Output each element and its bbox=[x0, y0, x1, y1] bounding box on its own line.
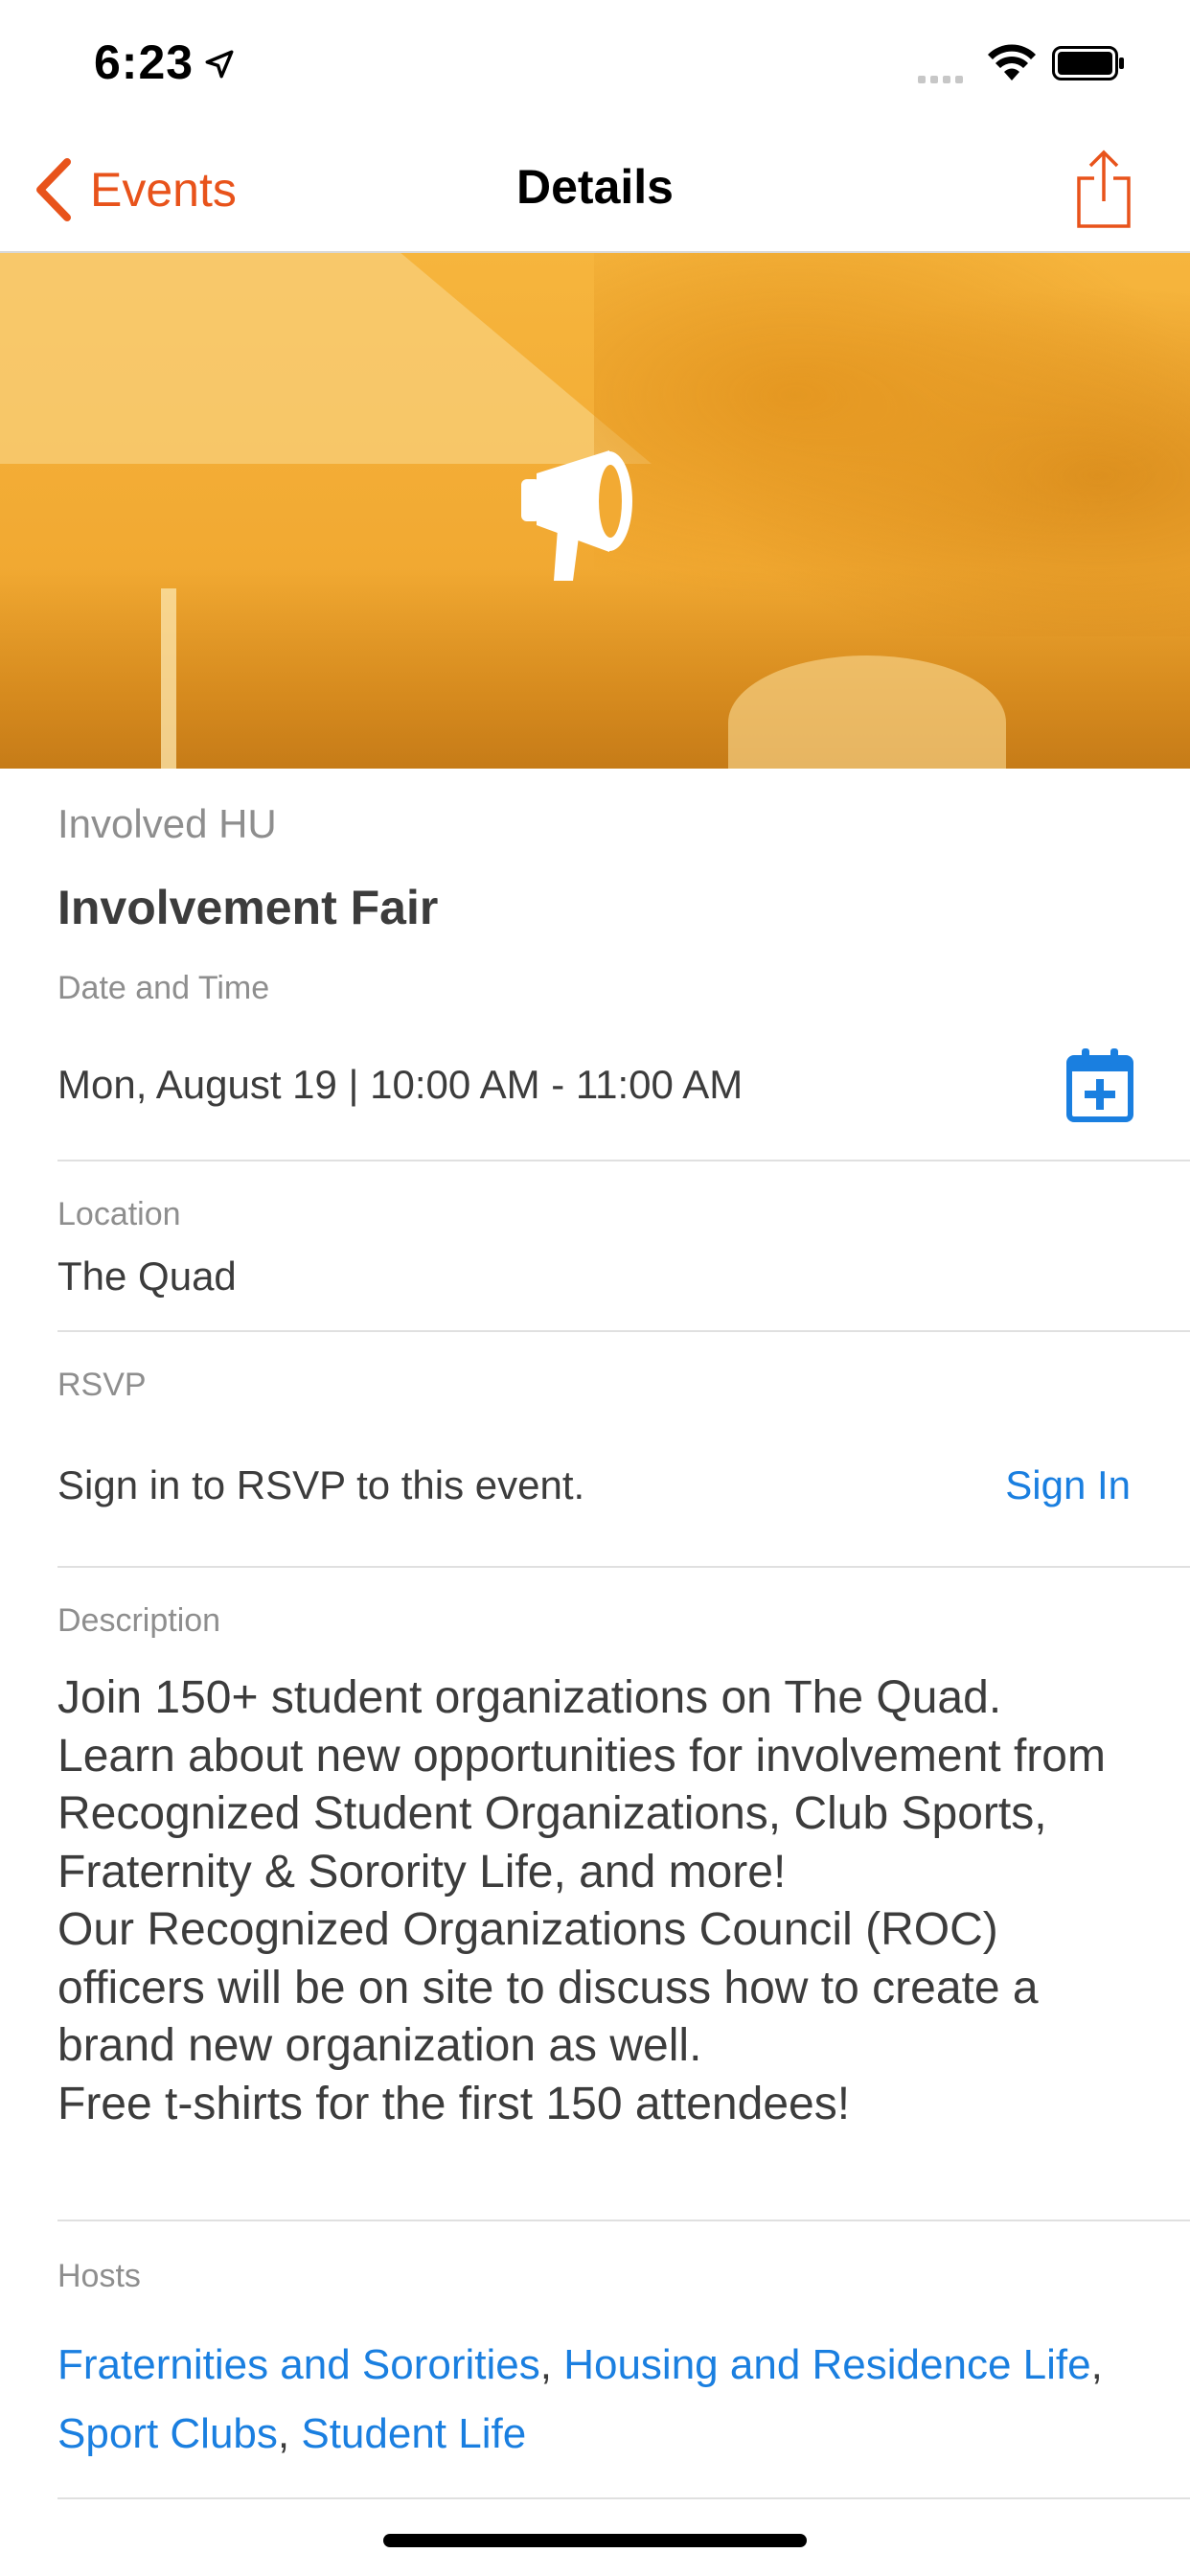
hero-crowd-shape bbox=[0, 569, 1190, 769]
host-link-sport-clubs[interactable]: Sport Clubs bbox=[57, 2410, 278, 2457]
calendar-add-icon[interactable] bbox=[1065, 1046, 1134, 1123]
location-label: Location bbox=[57, 1196, 181, 1232]
host-link-housing-and-residence-life[interactable]: Housing and Residence Life bbox=[563, 2341, 1090, 2388]
wifi-icon bbox=[988, 44, 1036, 80]
event-organization: Involved HU bbox=[57, 801, 277, 846]
divider bbox=[57, 1330, 1190, 1332]
host-link-student-life[interactable]: Student Life bbox=[301, 2410, 526, 2457]
sign-in-button[interactable]: Sign In bbox=[1005, 1462, 1131, 1508]
status-time: 6:23 bbox=[94, 35, 195, 89]
battery-icon bbox=[1052, 46, 1124, 80]
hosts-label: Hosts bbox=[57, 2258, 141, 2294]
page-title: Details bbox=[516, 160, 674, 214]
status-bar: 6:23 bbox=[0, 0, 1190, 126]
divider bbox=[57, 2220, 1190, 2221]
divider bbox=[57, 2497, 1190, 2499]
rsvp-text: Sign in to RSVP to this event. bbox=[57, 1462, 585, 1507]
event-location: The Quad bbox=[57, 1254, 237, 1299]
event-datetime: Mon, August 19 | 10:00 AM - 11:00 AM bbox=[57, 1062, 744, 1107]
share-icon[interactable] bbox=[1073, 150, 1134, 230]
cellular-signal-icon bbox=[918, 71, 968, 88]
host-separator: , bbox=[1090, 2341, 1103, 2388]
divider bbox=[57, 1566, 1190, 1568]
divider bbox=[57, 1160, 1190, 1162]
description-label: Description bbox=[57, 1602, 221, 1639]
rsvp-label: RSVP bbox=[57, 1367, 147, 1403]
hosts-list: Fraternities and Sororities, Housing and… bbox=[57, 2331, 1131, 2469]
navigation-bar: Events Details bbox=[0, 126, 1190, 253]
host-separator: , bbox=[277, 2410, 302, 2457]
event-description: Join 150+ student organizations on The Q… bbox=[57, 1672, 1106, 2129]
home-indicator[interactable] bbox=[383, 2534, 807, 2547]
host-link-fraternities-and-sororities[interactable]: Fraternities and Sororities bbox=[57, 2341, 540, 2388]
hero-tent-shape bbox=[0, 253, 652, 464]
hero-pole-shape bbox=[161, 588, 176, 769]
datetime-label: Date and Time bbox=[57, 970, 270, 1006]
event-hero-image bbox=[0, 253, 1190, 769]
event-title: Involvement Fair bbox=[57, 881, 439, 934]
megaphone-icon bbox=[521, 450, 632, 581]
location-arrow-icon bbox=[205, 50, 234, 79]
host-separator: , bbox=[539, 2341, 564, 2388]
